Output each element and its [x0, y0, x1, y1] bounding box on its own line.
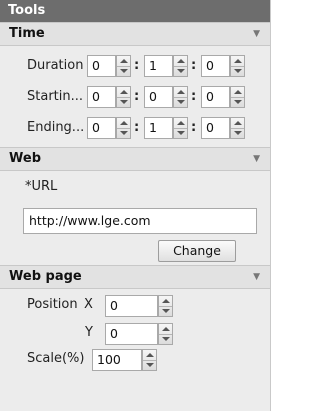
ending-label: Ending...	[27, 120, 85, 135]
starting-label: Startin...	[27, 89, 84, 104]
time-section-title: Time	[9, 26, 45, 41]
spin-down-icon[interactable]	[231, 128, 244, 138]
duration-hours-spinner[interactable]	[116, 55, 131, 77]
ending-seconds-spinner[interactable]	[230, 117, 245, 139]
web-section-header[interactable]: Web ▼	[0, 147, 270, 171]
web-section-body: *URL http://www.lge.com Change	[0, 171, 270, 265]
duration-label: Duration	[27, 58, 84, 73]
position-x-field[interactable]: 0	[105, 295, 158, 317]
position-y-field[interactable]: 0	[105, 323, 158, 345]
x-label: X	[84, 297, 93, 312]
url-label: *URL	[25, 179, 58, 194]
duration-row: Duration 0 : 1 : 0	[0, 52, 270, 83]
ending-minutes-spinner[interactable]	[173, 117, 188, 139]
ending-hours-field[interactable]: 0	[87, 117, 116, 139]
starting-seconds-field[interactable]: 0	[201, 86, 230, 108]
panel-title: Tools	[0, 0, 270, 22]
spin-down-icon[interactable]	[174, 97, 187, 107]
time-separator: :	[191, 58, 197, 73]
ending-hours-spinner[interactable]	[116, 117, 131, 139]
starting-minutes-field[interactable]: 0	[144, 86, 173, 108]
duration-seconds-field[interactable]: 0	[201, 55, 230, 77]
spin-down-icon[interactable]	[143, 360, 156, 370]
spin-down-icon[interactable]	[117, 66, 130, 76]
time-separator: :	[191, 120, 197, 135]
spin-down-icon[interactable]	[174, 66, 187, 76]
collapse-arrow-icon[interactable]: ▼	[253, 23, 260, 45]
spin-down-icon[interactable]	[159, 334, 172, 344]
spin-down-icon[interactable]	[231, 97, 244, 107]
collapse-arrow-icon[interactable]: ▼	[253, 266, 260, 288]
position-x-spinner[interactable]	[158, 295, 173, 317]
url-input[interactable]: http://www.lge.com	[23, 208, 257, 234]
scale-spinner[interactable]	[142, 349, 157, 371]
change-button[interactable]: Change	[158, 240, 236, 262]
ending-seconds-field[interactable]: 0	[201, 117, 230, 139]
spin-down-icon[interactable]	[117, 128, 130, 138]
collapse-arrow-icon[interactable]: ▼	[253, 148, 260, 170]
spin-down-icon[interactable]	[231, 66, 244, 76]
ending-minutes-field[interactable]: 1	[144, 117, 173, 139]
starting-minutes-spinner[interactable]	[173, 86, 188, 108]
webpage-section-title: Web page	[9, 269, 82, 284]
position-y-spinner[interactable]	[158, 323, 173, 345]
time-separator: :	[134, 89, 140, 104]
starting-hours-spinner[interactable]	[116, 86, 131, 108]
time-separator: :	[134, 120, 140, 135]
scale-label: Scale(%)	[27, 351, 85, 366]
scale-field[interactable]: 100	[92, 349, 142, 371]
time-separator: :	[134, 58, 140, 73]
y-label: Y	[85, 325, 93, 340]
duration-minutes-spinner[interactable]	[173, 55, 188, 77]
starting-hours-field[interactable]: 0	[87, 86, 116, 108]
duration-hours-field[interactable]: 0	[87, 55, 116, 77]
webpage-section-body: Position X 0 Y 0 Scale(%) 100	[0, 289, 270, 389]
starting-row: Startin... 0 : 0 : 0	[0, 83, 270, 114]
position-label: Position	[27, 297, 78, 312]
duration-seconds-spinner[interactable]	[230, 55, 245, 77]
time-section-header[interactable]: Time ▼	[0, 22, 270, 46]
web-section-title: Web	[9, 151, 41, 166]
starting-seconds-spinner[interactable]	[230, 86, 245, 108]
tools-panel: Tools Time ▼ Duration 0 : 1 : 0 Startin.…	[0, 0, 271, 411]
spin-down-icon[interactable]	[159, 306, 172, 316]
webpage-section-header[interactable]: Web page ▼	[0, 265, 270, 289]
spin-down-icon[interactable]	[117, 97, 130, 107]
spin-down-icon[interactable]	[174, 128, 187, 138]
duration-minutes-field[interactable]: 1	[144, 55, 173, 77]
time-separator: :	[191, 89, 197, 104]
ending-row: Ending... 0 : 1 : 0	[0, 114, 270, 145]
